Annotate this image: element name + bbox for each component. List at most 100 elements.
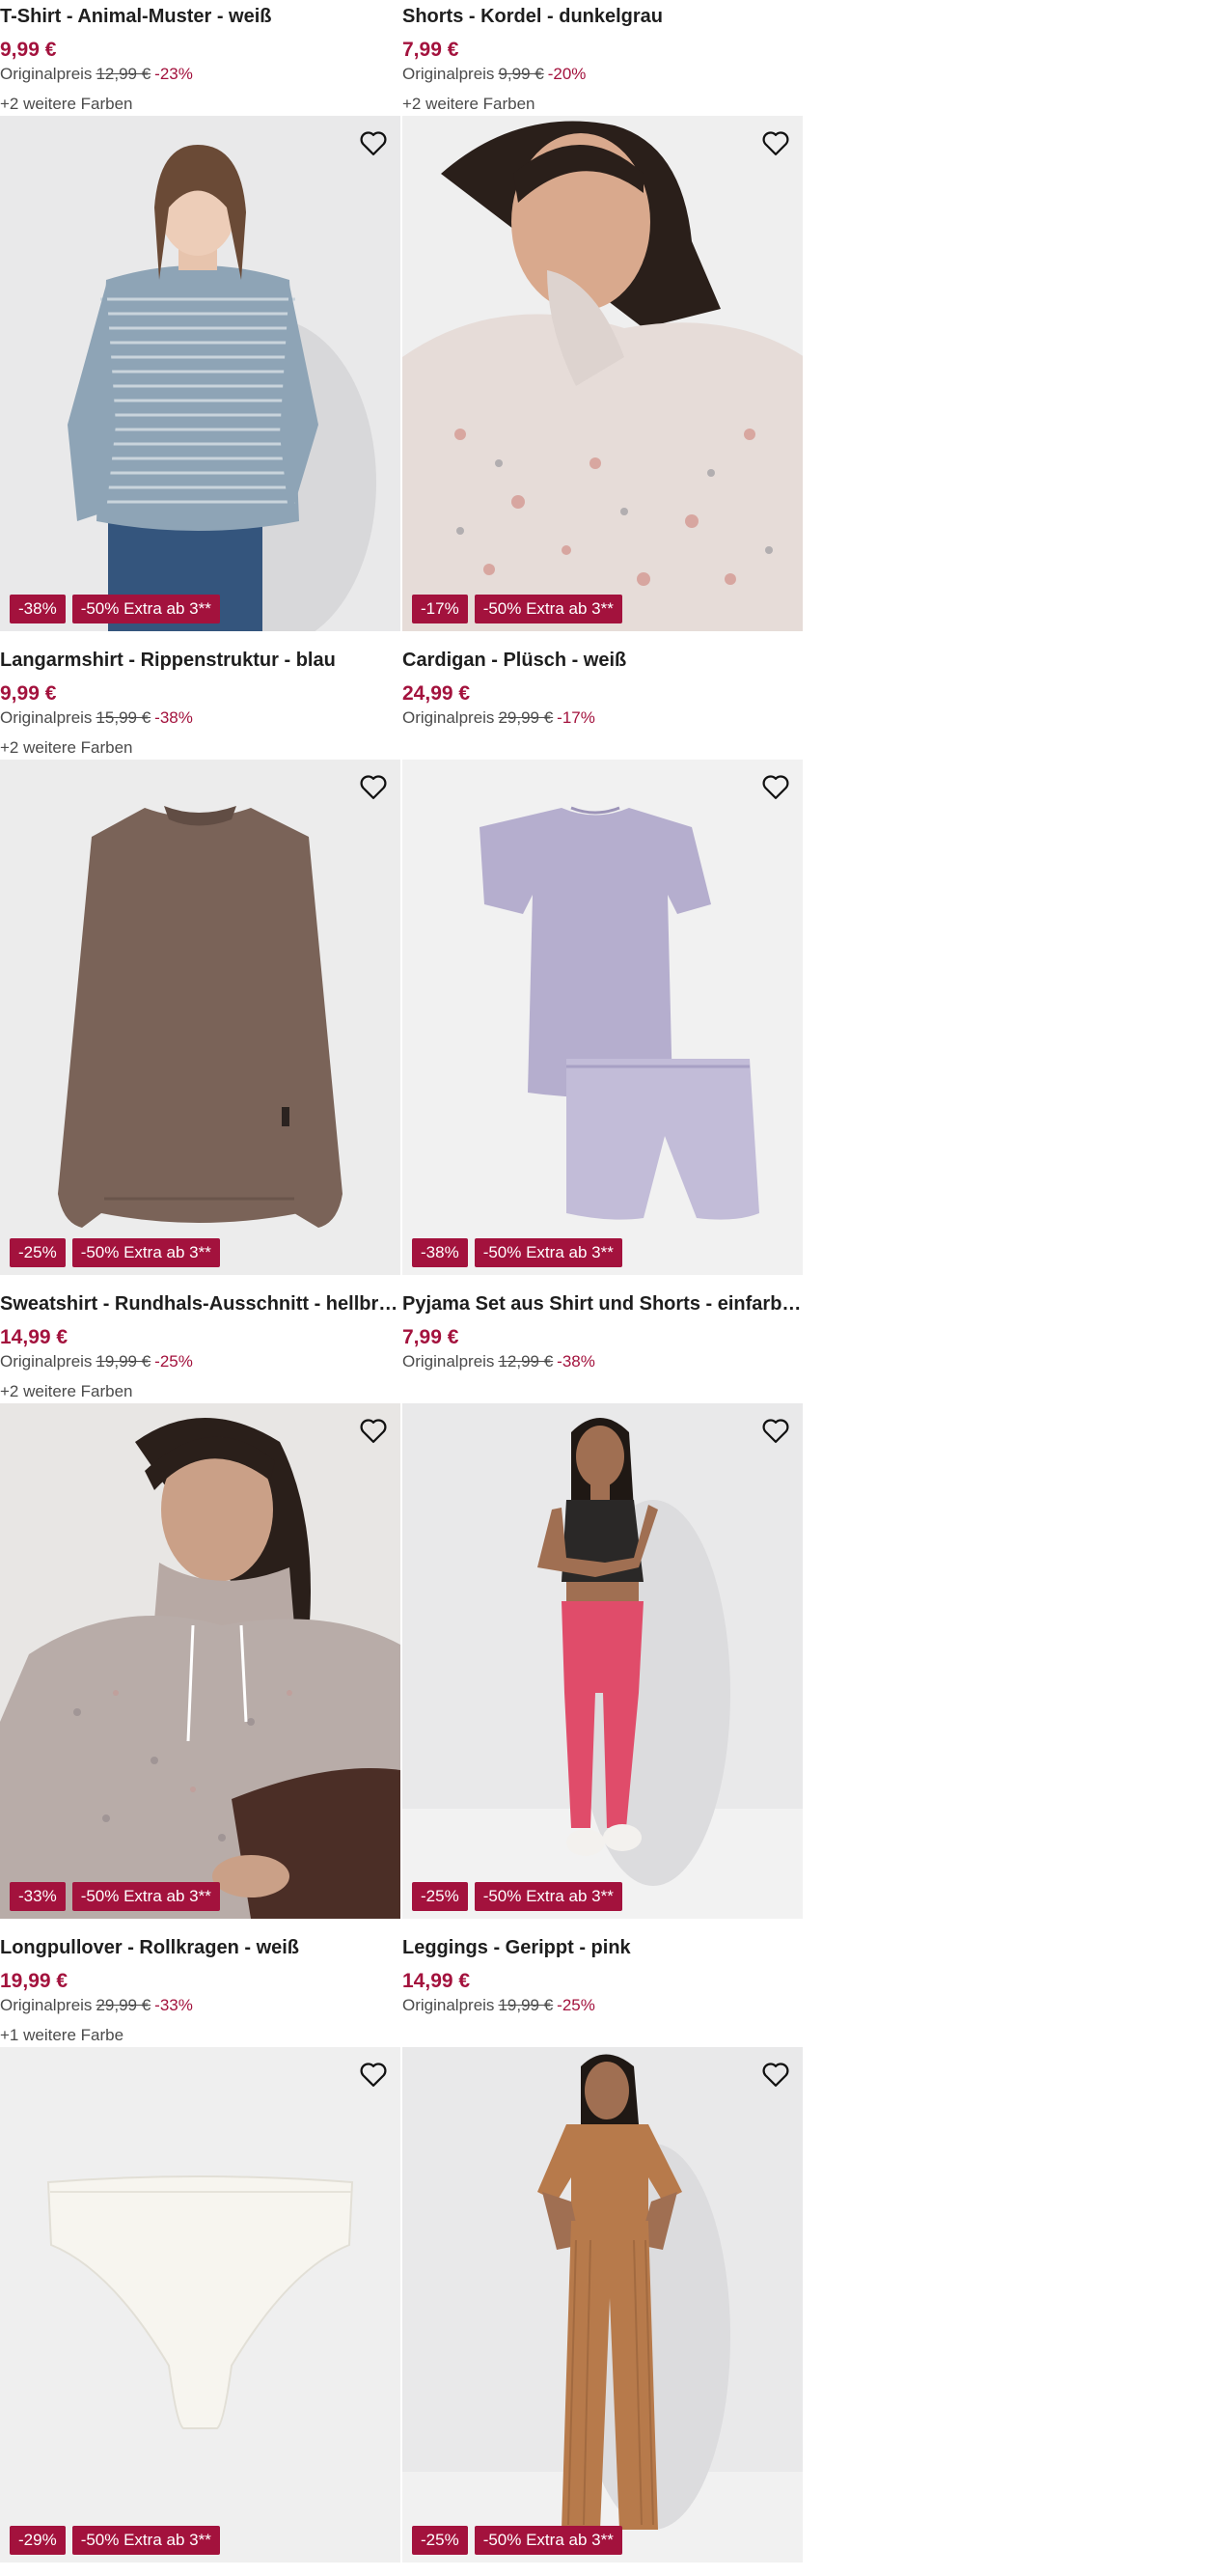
discount-badge: -29% bbox=[10, 2526, 66, 2555]
product-price: 7,99 € bbox=[402, 1326, 459, 1348]
discount-percent: -20% bbox=[547, 65, 587, 83]
original-price-label: Originalpreis bbox=[402, 65, 495, 83]
original-price-line: Originalpreis 19,99 € -25% bbox=[402, 1996, 595, 2015]
product-title[interactable]: Sweatshirt - Rundhals-Ausschnitt - hellb… bbox=[0, 1293, 400, 1316]
original-price: 9,99 € bbox=[498, 65, 544, 83]
product-title[interactable]: T-Shirt - Animal-Muster - weiß bbox=[0, 6, 400, 28]
more-colors[interactable]: +2 weitere Farben bbox=[0, 1382, 133, 1401]
badge-group: -33% -50% Extra ab 3** bbox=[10, 1882, 220, 1911]
wishlist-heart-icon[interactable] bbox=[356, 125, 391, 160]
badge-group: -38% -50% Extra ab 3** bbox=[10, 595, 220, 623]
wishlist-heart-icon[interactable] bbox=[758, 769, 793, 804]
discount-percent: -23% bbox=[154, 65, 193, 83]
product-price: 9,99 € bbox=[0, 682, 57, 705]
original-price: 29,99 € bbox=[96, 1996, 151, 2014]
original-price: 12,99 € bbox=[96, 65, 151, 83]
discount-percent: -25% bbox=[154, 1352, 193, 1371]
more-colors[interactable]: +2 weitere Farben bbox=[0, 95, 133, 114]
product-image[interactable]: -38% -50% Extra ab 3** bbox=[402, 760, 803, 1275]
discount-percent: -33% bbox=[154, 1996, 193, 2014]
badge-group: -25% -50% Extra ab 3** bbox=[10, 1238, 220, 1267]
product-title[interactable]: Leggings - Gerippt - pink bbox=[402, 1937, 803, 1959]
badge-group: -29% -50% Extra ab 3** bbox=[10, 2526, 220, 2555]
more-colors[interactable]: +2 weitere Farben bbox=[402, 95, 535, 114]
wishlist-heart-icon[interactable] bbox=[758, 1413, 793, 1448]
badge-group: -25% -50% Extra ab 3** bbox=[412, 1882, 622, 1911]
wishlist-heart-icon[interactable] bbox=[356, 2057, 391, 2091]
extra-discount-badge: -50% Extra ab 3** bbox=[474, 2526, 622, 2555]
product-title[interactable]: Shorts - Kordel - dunkelgrau bbox=[402, 6, 803, 28]
product-price: 24,99 € bbox=[402, 682, 471, 705]
product-info-row: Sweatshirt - Rundhals-Ausschnitt - hellb… bbox=[0, 1288, 805, 1403]
original-price-label: Originalpreis bbox=[402, 708, 495, 727]
original-price-label: Originalpreis bbox=[402, 1352, 495, 1371]
product-title[interactable]: Longpullover - Rollkragen - weiß bbox=[0, 1937, 400, 1959]
original-price-label: Originalpreis bbox=[0, 708, 93, 727]
original-price-line: Originalpreis 29,99 € -17% bbox=[402, 708, 595, 728]
product-price: 19,99 € bbox=[0, 1970, 69, 1992]
original-price-line: Originalpreis 29,99 € -33% bbox=[0, 1996, 193, 2015]
product-image[interactable]: -25% -50% Extra ab 3** bbox=[402, 2047, 803, 2562]
product-info-row: T-Shirt - Animal-Muster - weiß 9,99 € Or… bbox=[0, 0, 805, 116]
wishlist-heart-icon[interactable] bbox=[758, 2057, 793, 2091]
discount-badge: -25% bbox=[412, 1882, 468, 1911]
discount-badge: -33% bbox=[10, 1882, 66, 1911]
extra-discount-badge: -50% Extra ab 3** bbox=[474, 1882, 622, 1911]
original-price-line: Originalpreis 15,99 € -38% bbox=[0, 708, 193, 728]
discount-percent: -38% bbox=[154, 708, 193, 727]
wishlist-heart-icon[interactable] bbox=[356, 1413, 391, 1448]
product-title[interactable]: Langarmshirt - Rippenstruktur - blau bbox=[0, 650, 400, 672]
original-price: 19,99 € bbox=[498, 1996, 554, 2014]
white-brief-image bbox=[0, 2047, 400, 2562]
discount-badge: -17% bbox=[412, 595, 468, 623]
discount-badge: -38% bbox=[10, 595, 66, 623]
original-price-line: Originalpreis 19,99 € -25% bbox=[0, 1352, 193, 1371]
product-image[interactable]: -25% -50% Extra ab 3** bbox=[0, 760, 400, 1275]
discount-badge: -25% bbox=[412, 2526, 468, 2555]
original-price-label: Originalpreis bbox=[0, 1352, 93, 1371]
product-price: 7,99 € bbox=[402, 39, 459, 61]
product-image[interactable]: -29% -50% Extra ab 3** bbox=[0, 2047, 400, 2562]
product-info-row: Langarmshirt - Rippenstruktur - blau 9,9… bbox=[0, 644, 805, 760]
discount-badge: -25% bbox=[10, 1238, 66, 1267]
original-price-label: Originalpreis bbox=[0, 1996, 93, 2014]
extra-discount-badge: -50% Extra ab 3** bbox=[474, 1238, 622, 1267]
lilac-pyjama-set-image bbox=[402, 760, 803, 1275]
product-info-row: Longpullover - Rollkragen - weiß 19,99 €… bbox=[0, 1931, 805, 2047]
original-price: 15,99 € bbox=[96, 708, 151, 727]
product-image[interactable]: -25% -50% Extra ab 3** bbox=[402, 1403, 803, 1919]
original-price-line: Originalpreis 12,99 € -38% bbox=[402, 1352, 595, 1371]
woman-brown-set-image bbox=[402, 2047, 803, 2562]
original-price-label: Originalpreis bbox=[402, 1996, 495, 2014]
extra-discount-badge: -50% Extra ab 3** bbox=[71, 595, 220, 623]
brown-sweatshirt-image bbox=[0, 760, 400, 1275]
product-image[interactable]: -17% -50% Extra ab 3** bbox=[402, 116, 803, 631]
wishlist-heart-icon[interactable] bbox=[758, 125, 793, 160]
extra-discount-badge: -50% Extra ab 3** bbox=[474, 595, 622, 623]
product-price: 14,99 € bbox=[402, 1970, 471, 1992]
more-colors[interactable]: +2 weitere Farben bbox=[0, 738, 133, 758]
product-price: 14,99 € bbox=[0, 1326, 69, 1348]
extra-discount-badge: -50% Extra ab 3** bbox=[71, 1882, 220, 1911]
badge-group: -25% -50% Extra ab 3** bbox=[412, 2526, 622, 2555]
woman-turtleneck-pullover-image bbox=[0, 1403, 400, 1919]
woman-pink-leggings-image bbox=[402, 1403, 803, 1919]
original-price-label: Originalpreis bbox=[0, 65, 93, 83]
product-price: 9,99 € bbox=[0, 39, 57, 61]
woman-fluffy-cardigan-image bbox=[402, 116, 803, 631]
wishlist-heart-icon[interactable] bbox=[356, 769, 391, 804]
discount-percent: -38% bbox=[557, 1352, 595, 1371]
more-colors[interactable]: +1 weitere Farbe bbox=[0, 2026, 123, 2045]
original-price: 12,99 € bbox=[498, 1352, 554, 1371]
original-price: 29,99 € bbox=[498, 708, 554, 727]
product-title[interactable]: Pyjama Set aus Shirt und Shorts - einfar… bbox=[402, 1293, 803, 1316]
badge-group: -17% -50% Extra ab 3** bbox=[412, 595, 622, 623]
product-title[interactable]: Cardigan - Plüsch - weiß bbox=[402, 650, 803, 672]
discount-percent: -17% bbox=[557, 708, 595, 727]
discount-badge: -38% bbox=[412, 1238, 468, 1267]
original-price-line: Originalpreis 12,99 € -23% bbox=[0, 65, 193, 84]
product-image[interactable]: -38% -50% Extra ab 3** bbox=[0, 116, 400, 631]
product-image[interactable]: -33% -50% Extra ab 3** bbox=[0, 1403, 400, 1919]
extra-discount-badge: -50% Extra ab 3** bbox=[71, 1238, 220, 1267]
original-price-line: Originalpreis 9,99 € -20% bbox=[402, 65, 586, 84]
